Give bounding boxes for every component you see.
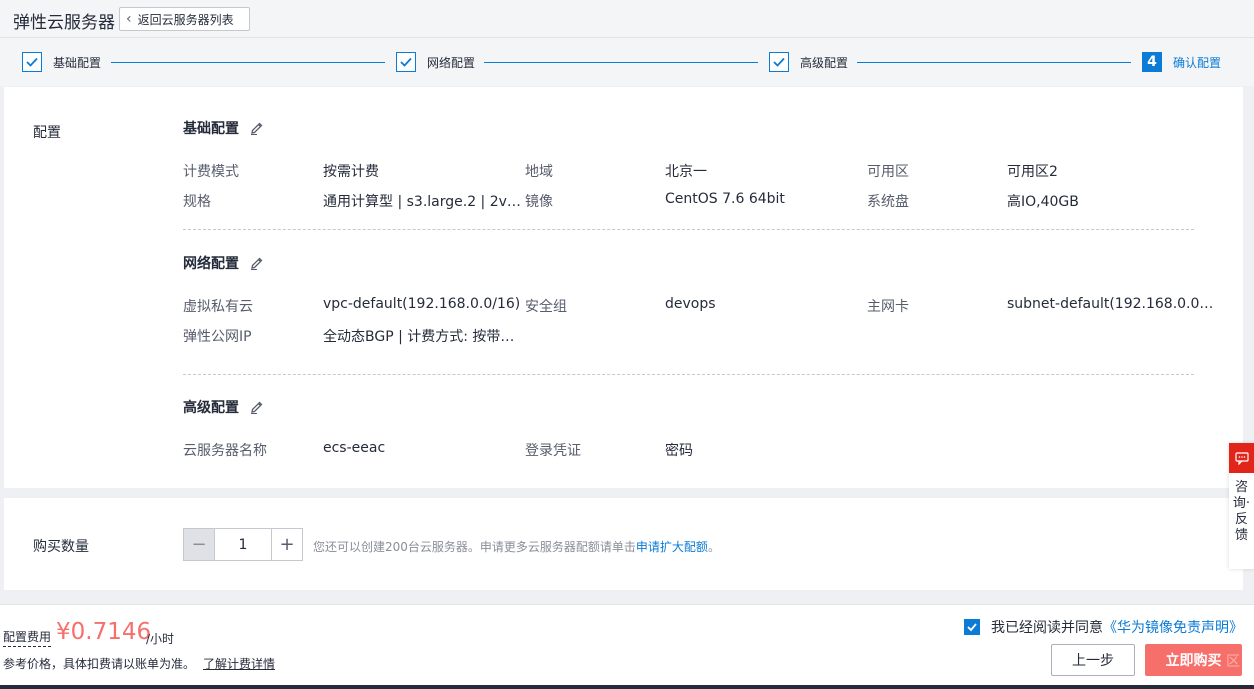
- advanced-config-title: 高级配置: [183, 397, 265, 417]
- config-fee-unit: /小时: [146, 632, 175, 646]
- network-config-title-text: 网络配置: [183, 256, 239, 272]
- step-advanced[interactable]: 高级配置: [769, 52, 848, 72]
- buy-now-label: 立即购买: [1165, 653, 1222, 669]
- step-connector: [484, 62, 758, 63]
- previous-step-button[interactable]: 上一步: [1051, 644, 1135, 676]
- quota-hint-end: 。: [707, 540, 720, 554]
- back-to-list-button[interactable]: ‹ 返回云服务器列表: [119, 7, 250, 31]
- system-disk-value: 高IO,40GB: [1007, 194, 1079, 210]
- purchase-footer: 配置费用 ¥0.7146 /小时 参考价格，具体扣费请以账单为准。 了解计费详情 …: [0, 604, 1254, 685]
- quantity-input[interactable]: [215, 529, 271, 560]
- check-icon: [769, 52, 789, 72]
- image-disclaimer-link[interactable]: 《华为镜像免责声明》: [1103, 617, 1243, 637]
- network-config-title: 网络配置: [183, 253, 265, 273]
- eip-value: 全动态BGP | 计费方式: 按带…: [323, 329, 515, 345]
- security-group-value: devops: [665, 296, 716, 312]
- section-divider: [183, 229, 1194, 230]
- step-basic[interactable]: 基础配置: [22, 52, 101, 72]
- bottom-strip: [0, 685, 1254, 689]
- step-progress: 基础配置 网络配置 高级配置 4 确认配置: [0, 38, 1254, 86]
- consult-feedback-label: 咨询·反馈: [1232, 480, 1251, 543]
- quantity-increment-button[interactable]: +: [271, 529, 302, 560]
- buy-now-button[interactable]: 立即购买 区: [1145, 644, 1242, 676]
- step-label: 确认配置: [1173, 55, 1222, 70]
- edit-pencil-icon[interactable]: [249, 399, 265, 415]
- request-quota-link[interactable]: 申请扩大配额: [636, 540, 708, 554]
- quantity-panel: 购买数量 − + 您还可以创建200台云服务器。申请更多云服务器配额请单击申请扩…: [4, 498, 1243, 590]
- step-connector: [857, 62, 1131, 63]
- quota-hint: 您还可以创建200台云服务器。申请更多云服务器配额请单击申请扩大配额。: [313, 538, 720, 555]
- quantity-stepper: − +: [183, 528, 303, 561]
- agree-checkbox[interactable]: [964, 619, 980, 635]
- primary-nic-value: subnet-default(192.168.0.0…: [1007, 296, 1214, 312]
- step-network[interactable]: 网络配置: [396, 52, 475, 72]
- quantity-decrement-button[interactable]: −: [184, 529, 215, 560]
- check-icon: [396, 52, 416, 72]
- step-connector: [111, 62, 385, 63]
- flavor-key: 规格: [183, 194, 211, 210]
- step-label: 基础配置: [53, 55, 102, 70]
- billing-mode-value: 按需计费: [323, 164, 379, 180]
- image-value: CentOS 7.6 64bit: [665, 191, 785, 207]
- watermark-text: 区: [1226, 654, 1240, 670]
- section-divider: [183, 374, 1194, 375]
- primary-nic-key: 主网卡: [867, 299, 909, 315]
- checkmark-icon: [967, 623, 977, 632]
- advanced-config-title-text: 高级配置: [183, 400, 239, 416]
- billing-details-link[interactable]: 了解计费详情: [203, 657, 275, 671]
- vpc-value: vpc-default(192.168.0.0/16): [323, 296, 521, 312]
- region-key: 地域: [525, 164, 553, 180]
- step-confirm: 4 确认配置: [1142, 52, 1221, 72]
- basic-config-title-text: 基础配置: [183, 121, 239, 137]
- consult-feedback-widget[interactable]: 咨询·反馈: [1229, 443, 1254, 569]
- basic-config-title: 基础配置: [183, 118, 265, 138]
- config-section-label: 配置: [33, 125, 61, 141]
- config-fee-label[interactable]: 配置费用: [3, 628, 52, 647]
- vpc-key: 虚拟私有云: [183, 299, 253, 315]
- login-credential-value: 密码: [665, 443, 693, 459]
- quantity-label: 购买数量: [33, 539, 89, 555]
- back-to-list-label: 返回云服务器列表: [137, 12, 234, 27]
- security-group-key: 安全组: [525, 299, 567, 315]
- eip-key: 弹性公网IP: [183, 329, 252, 345]
- image-key: 镜像: [525, 194, 553, 210]
- login-credential-key: 登录凭证: [525, 443, 581, 459]
- edit-pencil-icon[interactable]: [249, 255, 265, 271]
- az-key: 可用区: [867, 164, 909, 180]
- billing-mode-key: 计费模式: [183, 164, 239, 180]
- chevron-left-icon: ‹: [126, 11, 132, 27]
- check-icon: [22, 52, 42, 72]
- flavor-value: 通用计算型 | s3.large.2 | 2v…: [323, 194, 521, 210]
- agreement: 我已经阅读并同意 《华为镜像免责声明》: [964, 617, 1243, 637]
- region-value: 北京一: [665, 164, 707, 180]
- step-label: 高级配置: [800, 55, 849, 70]
- config-fee-price: ¥0.7146: [56, 619, 152, 645]
- server-name-value: ecs-eeac: [323, 440, 386, 456]
- page-header: 弹性云服务器 ‹ 返回云服务器列表: [0, 0, 1254, 38]
- system-disk-key: 系统盘: [867, 194, 909, 210]
- step-label: 网络配置: [427, 55, 476, 70]
- server-name-key: 云服务器名称: [183, 443, 267, 459]
- az-value: 可用区2: [1007, 164, 1058, 180]
- config-summary-panel: 配置 基础配置 计费模式 按需计费 地域 北京一 可用区 可用区2 规格 通用计…: [4, 87, 1243, 488]
- quota-hint-text: 您还可以创建200台云服务器。申请更多云服务器配额请单击: [313, 540, 636, 554]
- fee-note-text: 参考价格，具体扣费请以账单为准。: [3, 657, 196, 671]
- fee-note: 参考价格，具体扣费请以账单为准。 了解计费详情: [3, 655, 275, 672]
- chat-icon: [1229, 443, 1254, 473]
- page-title: 弹性云服务器: [13, 13, 115, 33]
- agree-text: 我已经阅读并同意: [991, 620, 1103, 636]
- edit-pencil-icon[interactable]: [249, 120, 265, 136]
- step-number: 4: [1142, 52, 1162, 72]
